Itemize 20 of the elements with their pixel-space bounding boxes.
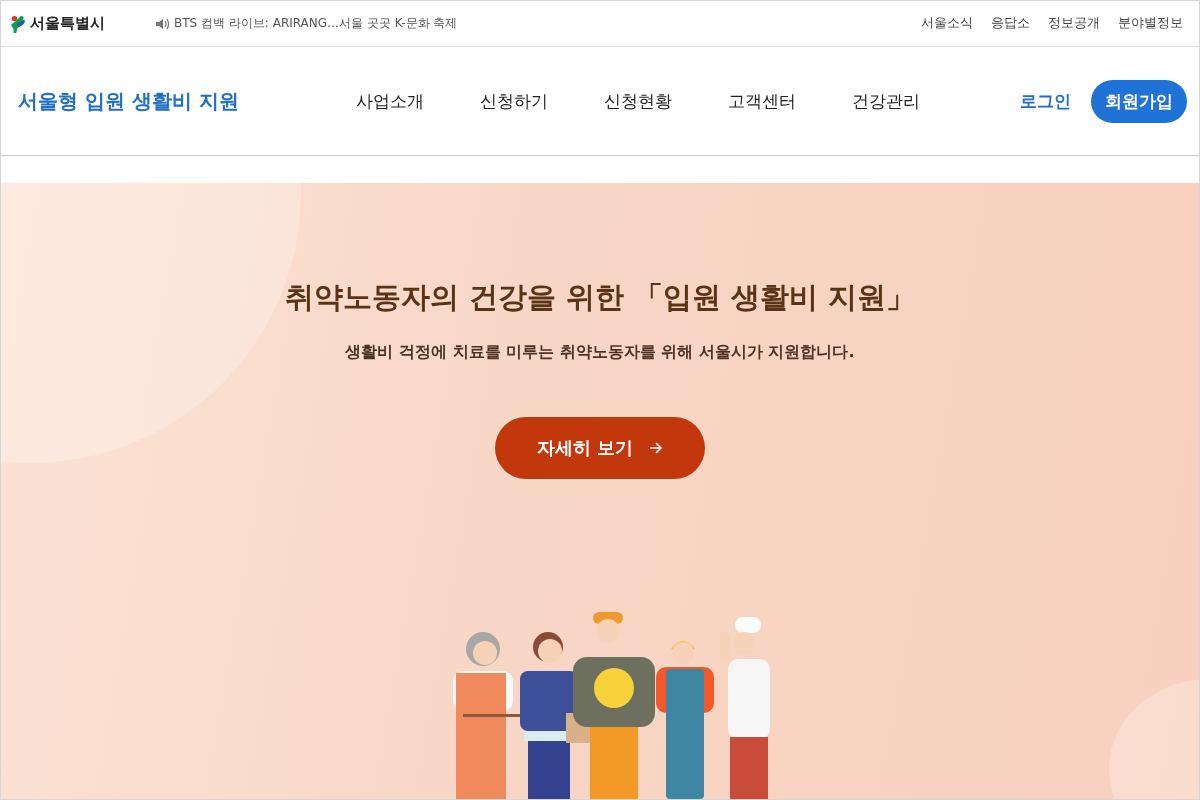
nav-item[interactable]: 신청현황 (604, 89, 672, 113)
hero-subtitle: 생활비 걱정에 치료를 미루는 취약노동자를 위해 서울시가 지원합니다. (345, 342, 855, 363)
site-title[interactable]: 서울형 입원 생활비 지원 (18, 87, 318, 115)
top-link[interactable]: 응답소 (991, 15, 1030, 32)
seoul-logo-icon (9, 13, 27, 34)
nav-item[interactable]: 건강관리 (852, 89, 920, 113)
hero-title: 취약노동자의 건강을 위한 「입원 생활비 지원」 (284, 279, 916, 316)
top-link[interactable]: 정보공개 (1048, 15, 1100, 32)
arrow-right-icon (649, 442, 664, 454)
login-link[interactable]: 로그인 (1020, 89, 1071, 113)
top-link[interactable]: 분야별정보 (1118, 15, 1183, 32)
speaker-icon (155, 17, 169, 30)
news-ticker[interactable]: BTS 컴백 라이브: ARIRANG…서울 곳곳 K-문화 축제 (174, 15, 458, 32)
nav-item[interactable]: 고객센터 (728, 89, 796, 113)
logo-text[interactable]: 서울특별시 (30, 14, 105, 33)
nav-item[interactable]: 사업소개 (356, 89, 424, 113)
signup-button[interactable]: 회원가입 (1091, 79, 1187, 123)
top-link[interactable]: 서울소식 (921, 15, 973, 32)
details-button[interactable]: 자세히 보기 (495, 417, 705, 479)
nav-item[interactable]: 신청하기 (480, 89, 548, 113)
